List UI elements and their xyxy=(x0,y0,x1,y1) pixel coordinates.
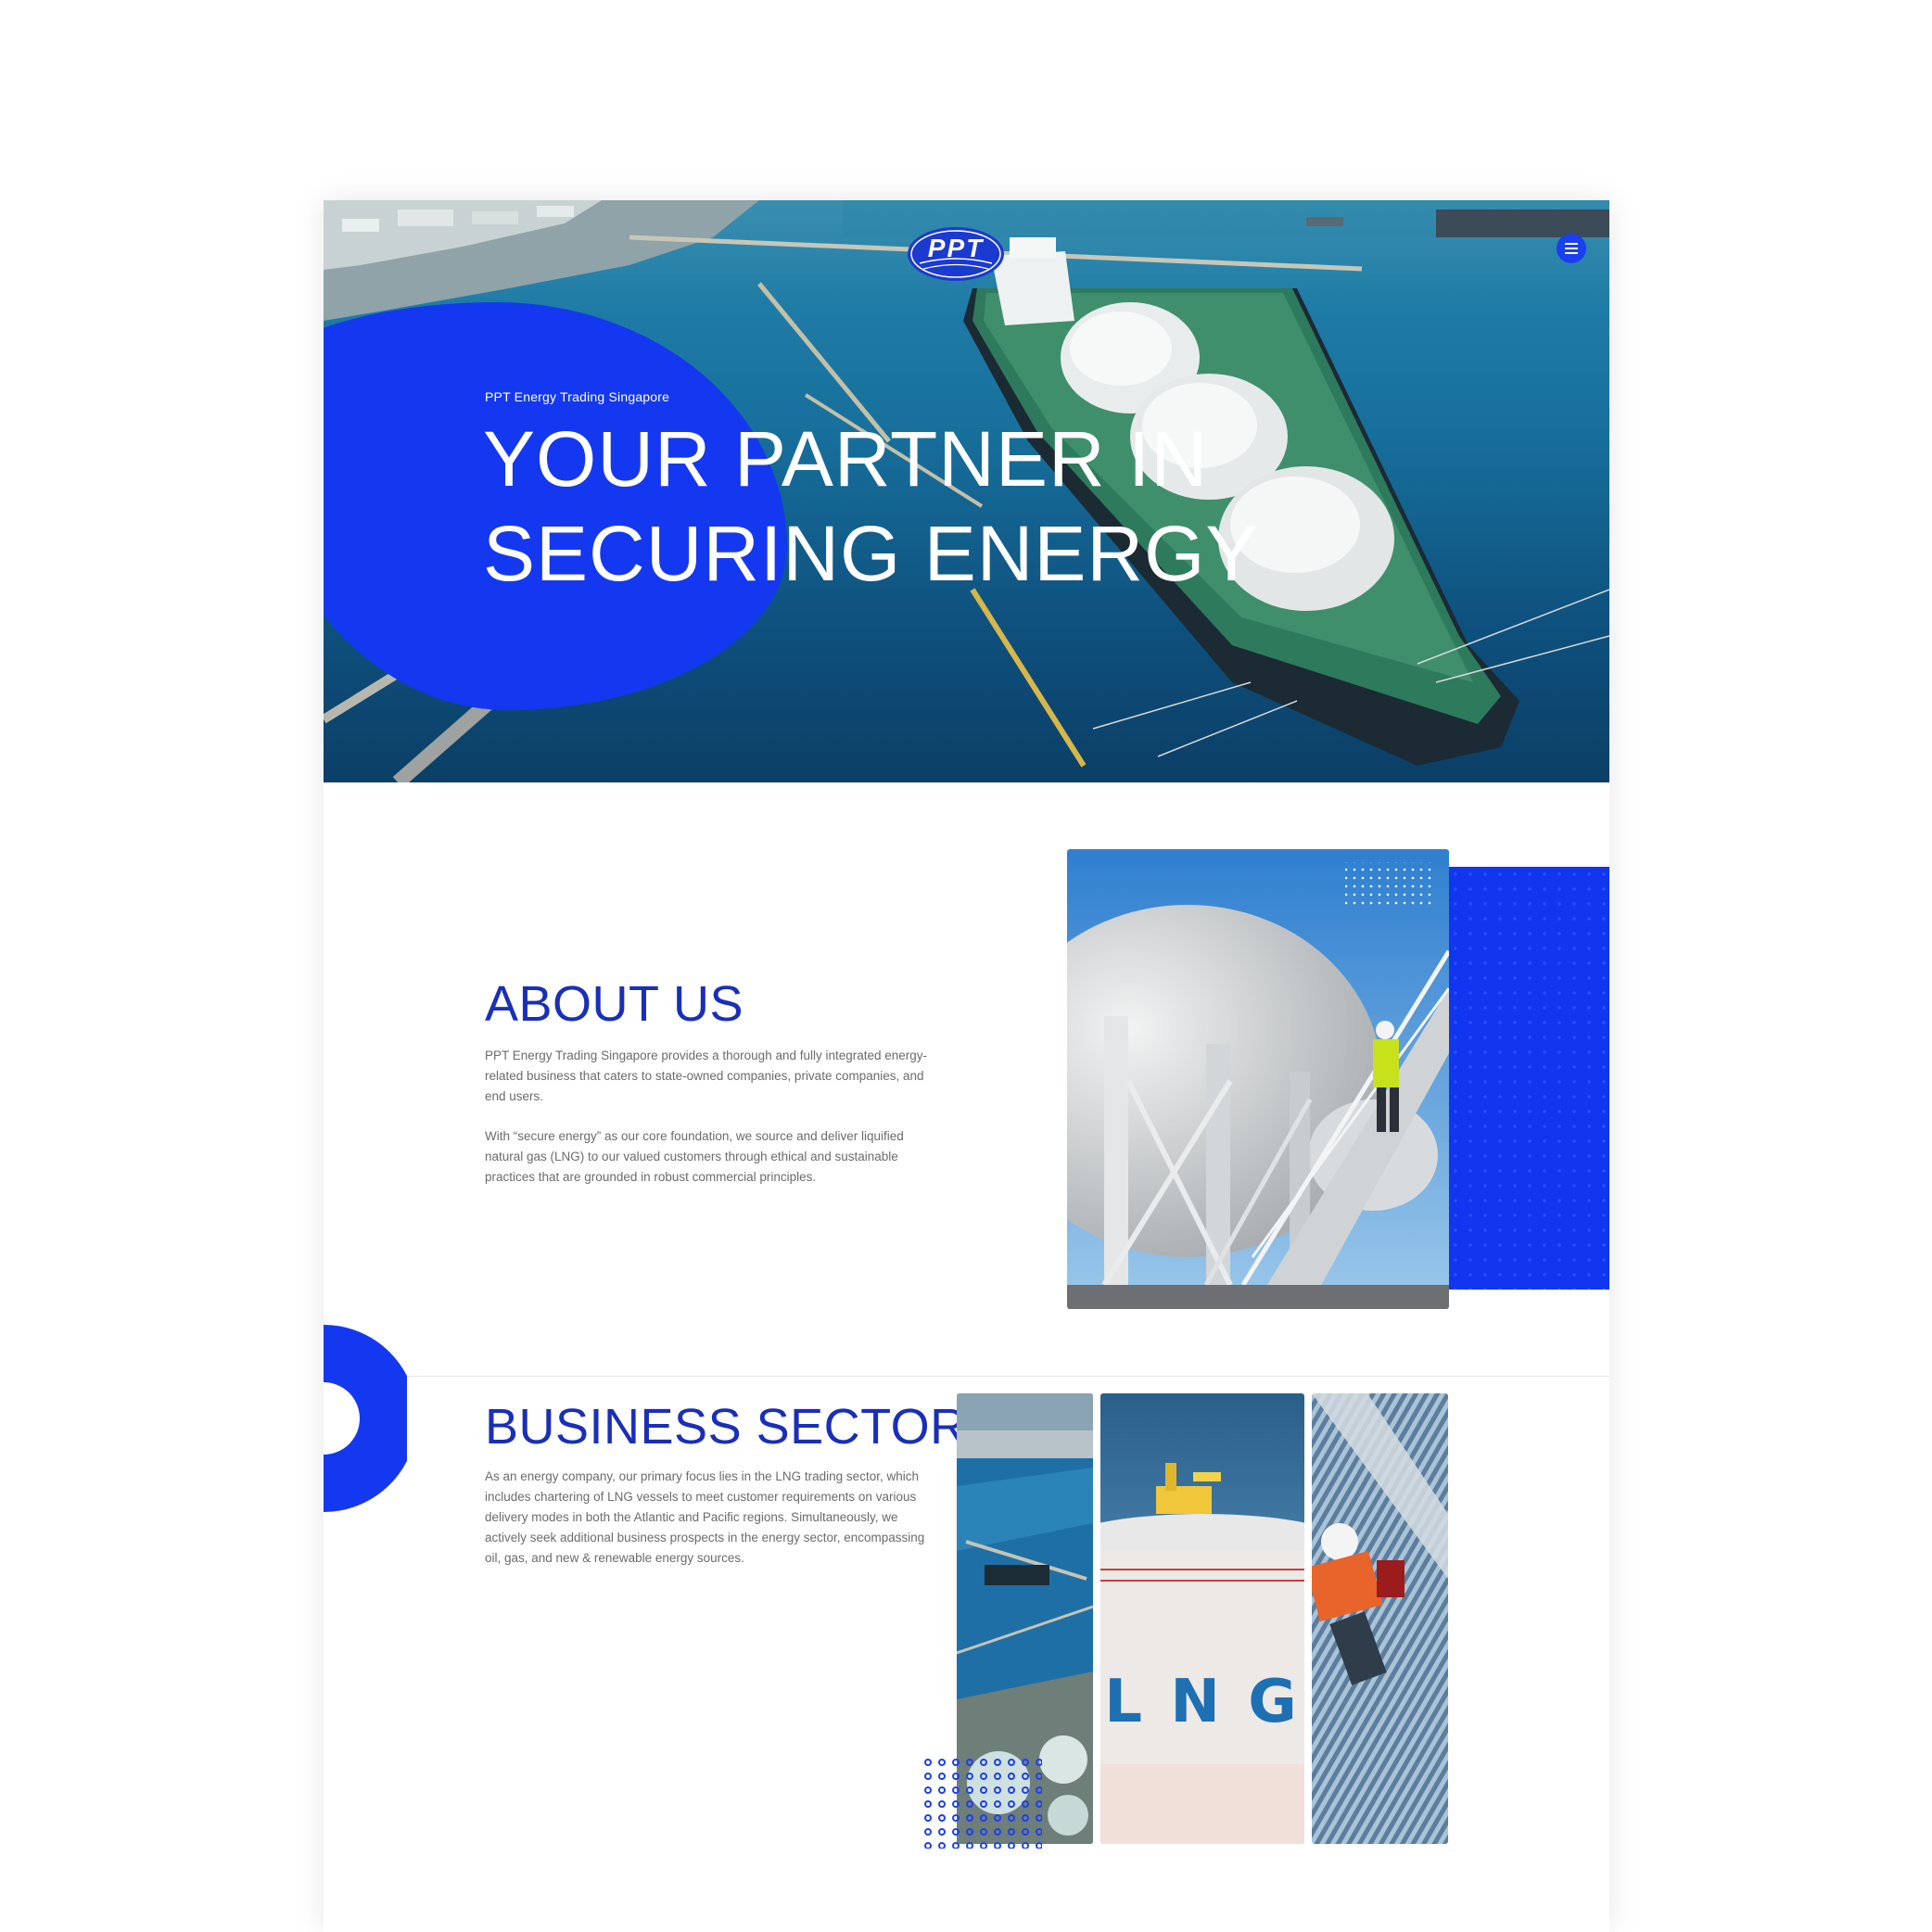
hero-title-line2: SECURING ENERGY xyxy=(483,510,1259,597)
section-divider xyxy=(324,1376,1609,1377)
hamburger-menu-icon xyxy=(1565,242,1578,256)
business-lng-tank-photo: L N G xyxy=(1100,1393,1304,1844)
hero-title-line1: YOUR PARTNER IN xyxy=(483,415,1208,502)
hero-title: YOUR PARTNER IN SECURING ENERGY xyxy=(483,412,1317,601)
ppt-logo[interactable]: PPT xyxy=(907,226,1005,282)
about-title: ABOUT US xyxy=(485,976,744,1032)
page: PPT PPT Energy Trading Singapore YOUR PA… xyxy=(324,200,1609,1932)
business-worker-walkway-photo xyxy=(1312,1393,1448,1844)
about-lpg-tanks-photo xyxy=(1067,849,1449,1309)
about-paragraph-2: With “secure energy” as our core foundat… xyxy=(485,1129,904,1184)
about-blue-dot-pattern xyxy=(1448,867,1609,1290)
hero-banner: PPT PPT Energy Trading Singapore YOUR PA… xyxy=(324,200,1609,782)
about-paragraph-1: PPT Energy Trading Singapore provides a … xyxy=(485,1049,928,1103)
decorative-dot-grid xyxy=(922,1756,1042,1849)
hero-subtitle: PPT Energy Trading Singapore xyxy=(485,389,670,404)
decorative-half-ring xyxy=(324,1325,407,1512)
about-blue-panel xyxy=(1448,867,1609,1290)
lng-tank-lettering: L N G xyxy=(1104,1668,1301,1736)
business-title: BUSINESS SECTOR xyxy=(485,1399,967,1455)
menu-button[interactable] xyxy=(1557,234,1586,263)
logo-text: PPT xyxy=(927,234,985,262)
business-paragraph: As an energy company, our primary focus … xyxy=(485,1469,925,1565)
